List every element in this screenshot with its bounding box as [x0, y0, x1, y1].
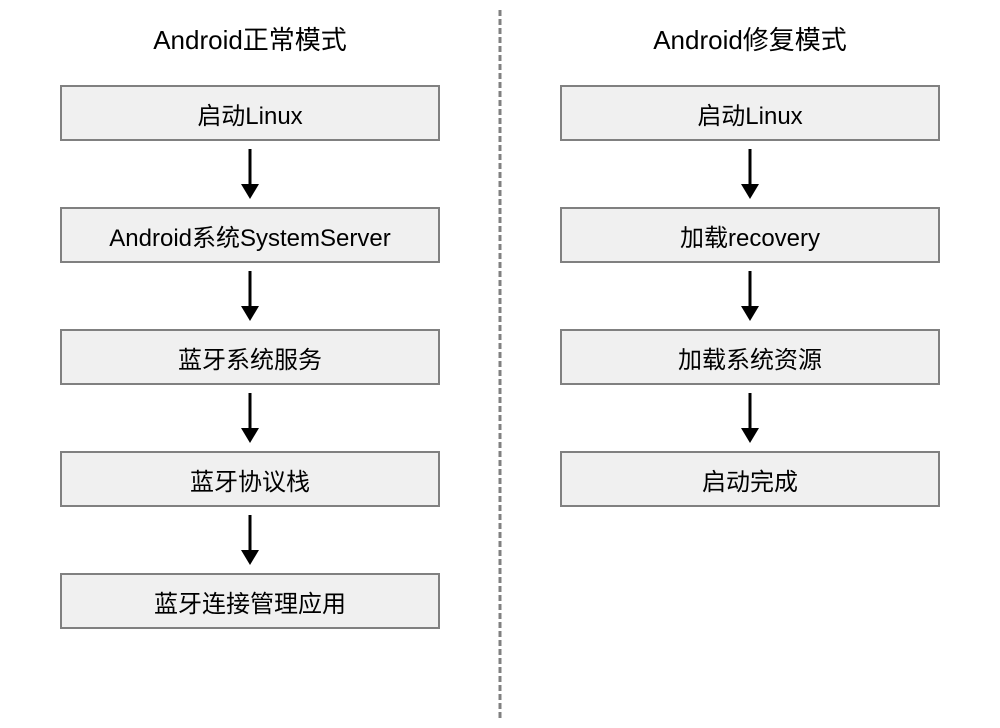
box-label: Android系统SystemServer [109, 218, 390, 253]
box-label: 蓝牙连接管理应用 [154, 584, 346, 619]
box-label: 蓝牙协议栈 [190, 462, 310, 497]
left-column: Android正常模式 启动Linux Android系统SystemServe… [30, 20, 500, 708]
flow-box: Android系统SystemServer [60, 207, 440, 263]
arrow-down-icon [530, 141, 970, 207]
arrow-down-icon [30, 507, 470, 573]
box-label: 启动Linux [697, 96, 802, 131]
left-title: Android正常模式 [153, 20, 347, 57]
flow-box: 启动Linux [60, 85, 440, 141]
diagram-container: Android正常模式 启动Linux Android系统SystemServe… [0, 0, 1000, 728]
box-label: 启动完成 [702, 462, 798, 497]
flow-box: 加载系统资源 [560, 329, 940, 385]
flow-box: 蓝牙系统服务 [60, 329, 440, 385]
flow-box: 蓝牙协议栈 [60, 451, 440, 507]
flow-box: 蓝牙连接管理应用 [60, 573, 440, 629]
right-title: Android修复模式 [653, 20, 847, 57]
arrow-down-icon [530, 385, 970, 451]
right-column: Android修复模式 启动Linux 加载recovery 加载系统资源 [500, 20, 970, 708]
flow-box: 加载recovery [560, 207, 940, 263]
arrow-down-icon [30, 263, 470, 329]
arrow-down-icon [530, 263, 970, 329]
box-label: 蓝牙系统服务 [178, 340, 322, 375]
arrow-down-icon [30, 385, 470, 451]
arrow-down-icon [30, 141, 470, 207]
vertical-divider [499, 10, 502, 718]
flow-box: 启动完成 [560, 451, 940, 507]
flow-box: 启动Linux [560, 85, 940, 141]
box-label: 加载recovery [680, 218, 820, 253]
box-label: 加载系统资源 [678, 340, 822, 375]
box-label: 启动Linux [197, 96, 302, 131]
